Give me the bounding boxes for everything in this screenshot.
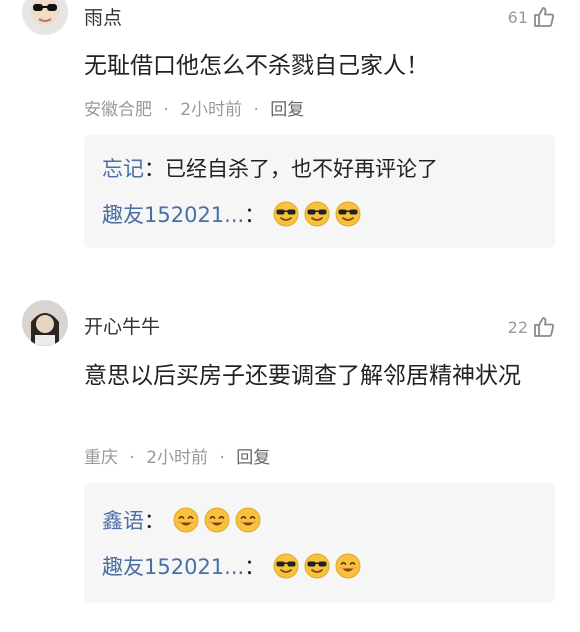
location: 重庆 — [84, 448, 118, 468]
like-count: 61 — [507, 7, 528, 27]
comment-item: 开心牛牛 22 意思以后买房子还要调查了解邻居精神状况 重庆 · 2小时前 · … — [0, 300, 580, 620]
comment-text: 无耻借口他怎么不杀戮自己家人！ — [84, 53, 429, 79]
smile-emoji — [335, 553, 361, 579]
sunglasses-emoji — [335, 201, 361, 227]
reply-author[interactable]: 趣友152021... — [102, 199, 244, 229]
sunglasses-emoji — [273, 553, 299, 579]
like-count: 22 — [507, 317, 528, 337]
reply-item[interactable]: 趣友152021... ： — [102, 551, 366, 581]
sunglasses-emoji — [304, 553, 330, 579]
comment-text: 意思以后买房子还要调查了解邻居精神状况 — [84, 363, 521, 389]
reply-link[interactable]: 回复 — [236, 448, 270, 468]
avatar[interactable] — [22, 0, 68, 35]
reply-link[interactable]: 回复 — [270, 100, 304, 120]
reply-colon: ： — [244, 203, 266, 227]
reply-author[interactable]: 鑫语 — [102, 505, 144, 535]
comment-meta: 重庆 · 2小时前 · 回复 — [84, 443, 270, 468]
avatar[interactable] — [22, 300, 68, 346]
thumbs-up-icon — [532, 315, 556, 339]
smile-emoji — [235, 507, 261, 533]
reply-colon: ： — [144, 509, 165, 533]
meta-separator: · — [129, 448, 135, 468]
meta-separator: · — [253, 100, 259, 120]
like-button[interactable]: 61 — [508, 5, 556, 29]
smile-emoji — [204, 507, 230, 533]
reply-list: 鑫语 ： 趣友152021... ： — [84, 483, 555, 603]
meta-separator: · — [163, 100, 169, 120]
reply-author[interactable]: 忘记 — [102, 153, 144, 183]
username[interactable]: 开心牛牛 — [84, 312, 160, 339]
comment-item: 雨点 61 无耻借口他怎么不杀戮自己家人！ 安徽合肥 · 2小时前 · 回复 忘… — [0, 0, 580, 270]
reply-author[interactable]: 趣友152021... — [102, 551, 244, 581]
comment-meta: 安徽合肥 · 2小时前 · 回复 — [84, 95, 304, 120]
thumbs-up-icon — [532, 5, 556, 29]
reply-item[interactable]: 忘记 ： 已经自杀了，也不好再评论了 — [102, 153, 438, 183]
reply-list: 忘记 ： 已经自杀了，也不好再评论了 趣友152021... ： — [84, 135, 555, 248]
sunglasses-emoji — [273, 201, 299, 227]
timestamp: 2小时前 — [146, 448, 209, 468]
meta-separator: · — [219, 448, 225, 468]
like-button[interactable]: 22 — [508, 315, 556, 339]
timestamp: 2小时前 — [180, 100, 243, 120]
reply-text: 已经自杀了，也不好再评论了 — [165, 157, 438, 181]
smile-emoji — [173, 507, 199, 533]
username[interactable]: 雨点 — [84, 3, 122, 30]
reply-colon: ： — [144, 157, 165, 181]
reply-item[interactable]: 趣友152021... ： — [102, 199, 366, 229]
reply-item[interactable]: 鑫语 ： — [102, 505, 266, 535]
reply-colon: ： — [244, 555, 266, 579]
location: 安徽合肥 — [84, 100, 152, 120]
sunglasses-emoji — [304, 201, 330, 227]
